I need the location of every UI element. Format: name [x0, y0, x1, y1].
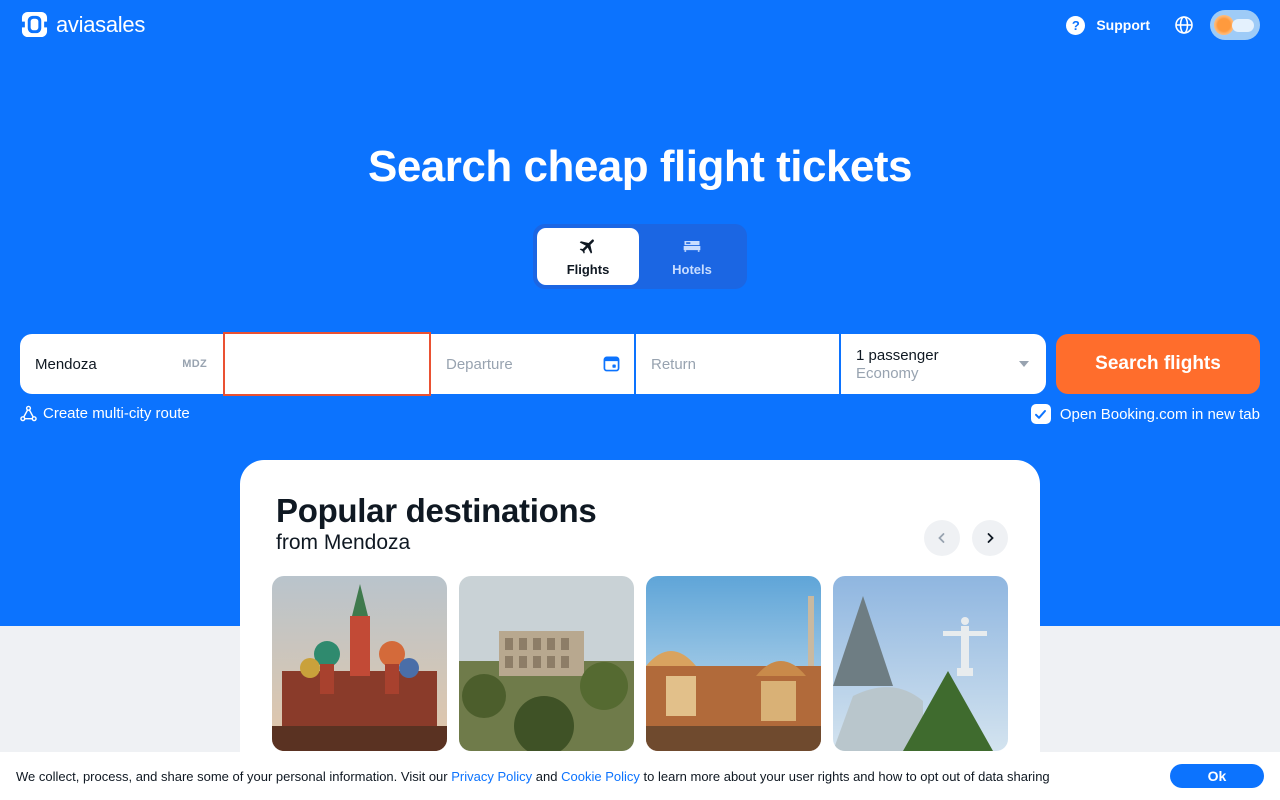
question-icon: ?	[1066, 15, 1086, 35]
flight-search-form: Mendoza MDZ Departure Return 1 passenger…	[20, 332, 1046, 396]
origin-value: Mendoza	[35, 355, 97, 373]
booking-label: Open Booking.com in new tab	[1059, 405, 1260, 423]
checkmark-icon	[1035, 409, 1047, 419]
calendar-icon	[603, 356, 620, 372]
theme-toggle[interactable]	[1210, 10, 1260, 40]
tab-flights-label: Flights	[566, 262, 610, 277]
bed-icon	[683, 241, 701, 252]
popular-subtitle: from Mendoza	[276, 531, 411, 554]
roman-colosseum-image	[459, 576, 634, 751]
globe-icon[interactable]	[1174, 15, 1194, 35]
support-label: Support	[1096, 17, 1150, 33]
destination-card[interactable]	[646, 576, 821, 751]
brand-logo[interactable]: aviasales	[21, 11, 145, 38]
support-link[interactable]: ? Support	[1066, 15, 1150, 35]
header-actions: ? Support	[1066, 10, 1260, 40]
passenger-count: 1 passenger	[856, 346, 939, 364]
cookie-text-after: to learn more about your user rights and…	[643, 768, 1050, 784]
carousel-next-button[interactable]	[972, 520, 1008, 556]
destination-card[interactable]	[833, 576, 1008, 751]
park-guell-barcelona-image	[646, 576, 821, 751]
chevron-down-icon	[1019, 361, 1029, 367]
plane-icon	[579, 239, 594, 254]
route-icon	[20, 405, 37, 422]
sun-icon	[1214, 15, 1234, 35]
cabin-class: Economy	[856, 364, 919, 382]
search-type-tabs: Flights Hotels	[533, 224, 747, 289]
popular-destinations: Popular destinations from Mendoza	[240, 460, 1040, 800]
tab-flights[interactable]: Flights	[537, 228, 639, 285]
departure-placeholder: Departure	[446, 355, 513, 373]
cloud-icon	[1232, 19, 1254, 32]
carousel-prev-button[interactable]	[924, 520, 960, 556]
destination-card[interactable]	[272, 576, 447, 751]
destination-card[interactable]	[459, 576, 634, 751]
tab-hotels[interactable]: Hotels	[641, 228, 743, 285]
cookie-policy-link[interactable]: Cookie Policy	[561, 769, 640, 784]
chevron-left-icon	[938, 533, 945, 543]
page-title: Search cheap flight tickets	[367, 142, 913, 191]
aviasales-logo-icon	[21, 11, 48, 38]
passengers-field[interactable]: 1 passenger Economy	[841, 334, 1046, 394]
tab-hotels-label: Hotels	[672, 262, 712, 277]
return-placeholder: Return	[651, 355, 697, 373]
saint-basils-cathedral-image	[272, 576, 447, 751]
cookie-ok-button[interactable]: Ok	[1170, 764, 1264, 788]
origin-field[interactable]: Mendoza MDZ	[20, 334, 223, 394]
privacy-policy-link[interactable]: Privacy Policy	[451, 769, 532, 784]
cookie-text-before: We collect, process, and share some of y…	[16, 768, 448, 784]
return-date-field[interactable]: Return	[636, 334, 841, 394]
search-flights-button[interactable]: Search flights	[1056, 334, 1260, 394]
departure-date-field[interactable]: Departure	[431, 334, 636, 394]
multi-city-link[interactable]: Create multi-city route	[20, 405, 190, 422]
popular-title: Popular destinations	[276, 492, 597, 529]
chevron-right-icon	[987, 533, 994, 543]
christ-the-redeemer-rio-image	[833, 576, 1008, 751]
booking-checkbox[interactable]	[1030, 404, 1051, 424]
booking-new-tab-option[interactable]: Open Booking.com in new tab	[1030, 404, 1260, 424]
cookie-banner: We collect, process, and share some of y…	[0, 752, 1280, 800]
cookie-text-and: and	[535, 768, 558, 784]
multi-city-label: Create multi-city route	[43, 405, 190, 422]
brand-name: aviasales	[56, 11, 146, 37]
origin-code: MDZ	[182, 358, 207, 370]
destination-field[interactable]	[223, 332, 431, 396]
destination-cards	[272, 576, 1008, 751]
